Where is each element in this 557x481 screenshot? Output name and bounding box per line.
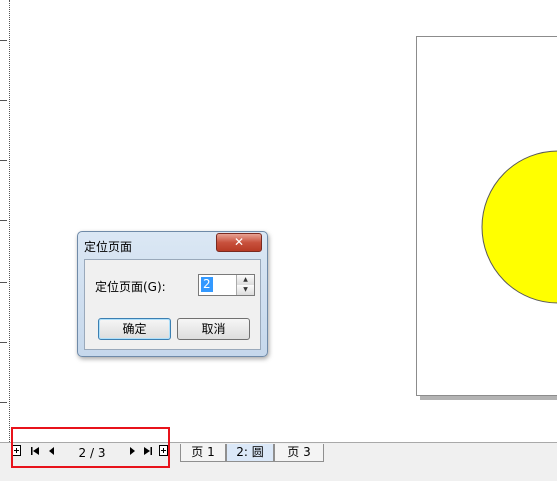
close-icon: ✕ — [233, 235, 245, 249]
tab-page-3[interactable]: 页 3 — [274, 444, 324, 462]
vertical-ruler[interactable] — [0, 0, 10, 442]
ruler-tick — [0, 100, 7, 101]
stepper-buttons: ▲ ▼ — [236, 275, 254, 295]
ruler-tick — [0, 282, 7, 283]
ok-button[interactable]: 确定 — [98, 318, 171, 340]
dialog-title: 定位页面 — [84, 240, 133, 254]
ruler-tick — [0, 160, 7, 161]
highlight-annotation — [11, 427, 170, 468]
close-button[interactable]: ✕ — [216, 233, 262, 252]
tab-page-1[interactable]: 页 1 — [180, 444, 226, 462]
page-field-label: 定位页面(G): — [95, 280, 166, 294]
yellow-circle[interactable] — [481, 150, 557, 304]
document-page[interactable] — [416, 36, 557, 396]
goto-page-dialog: 定位页面 ✕ 定位页面(G): 2 ▲ ▼ 确定 取消 — [77, 231, 268, 357]
page-number-stepper[interactable]: 2 ▲ ▼ — [198, 274, 255, 296]
dialog-body: 定位页面(G): 2 ▲ ▼ 确定 取消 — [84, 259, 261, 350]
ruler-tick — [0, 402, 7, 403]
page-drawing — [481, 150, 557, 304]
cancel-button[interactable]: 取消 — [177, 318, 250, 340]
caret-up-icon: ▲ — [243, 276, 248, 283]
ruler-tick — [0, 342, 7, 343]
caret-down-icon: ▼ — [243, 286, 248, 293]
stepper-down-button[interactable]: ▼ — [237, 285, 254, 295]
ruler-tick — [0, 40, 7, 41]
page-number-input[interactable]: 2 — [201, 277, 213, 292]
ruler-tick — [0, 220, 7, 221]
tab-page-2-circle[interactable]: 2: 圆 — [226, 444, 274, 462]
